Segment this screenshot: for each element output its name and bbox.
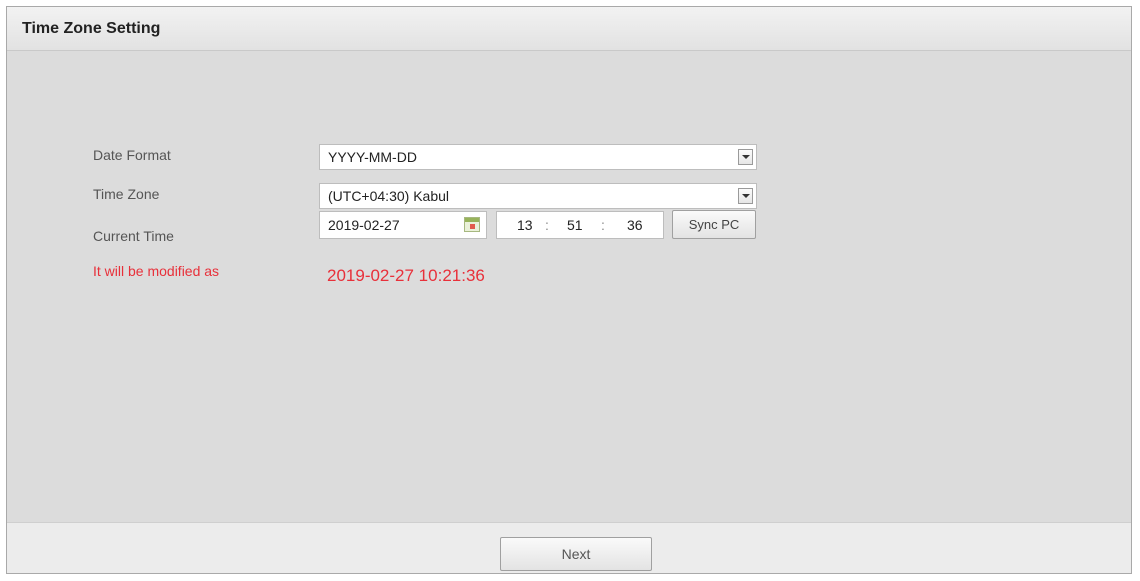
date-format-select[interactable]: YYYY-MM-DD	[319, 144, 757, 170]
second-field[interactable]: 36	[627, 217, 643, 233]
minute-field[interactable]: 51	[567, 217, 583, 233]
current-time-label: Current Time	[93, 228, 174, 244]
modified-time-value: 2019-02-27 10:21:36	[327, 266, 485, 285]
hour-field[interactable]: 13	[517, 217, 533, 233]
time-zone-value: (UTC+04:30) Kabul	[328, 188, 450, 204]
current-date-value: 2019-02-27	[328, 217, 400, 233]
next-button[interactable]: Next	[500, 537, 652, 571]
date-format-value: YYYY-MM-DD	[328, 149, 417, 165]
time-zone-label: Time Zone	[93, 186, 160, 202]
chevron-down-icon[interactable]	[738, 149, 753, 165]
dialog-footer: Next	[7, 522, 1131, 573]
time-separator: :	[601, 217, 605, 233]
chevron-down-icon[interactable]	[738, 188, 753, 204]
time-separator: :	[545, 217, 549, 233]
modified-as-label: It will be modified as	[93, 263, 220, 279]
calendar-icon[interactable]	[464, 217, 480, 232]
dialog-titlebar: Time Zone Setting	[7, 7, 1131, 51]
dialog-content: Date Format YYYY-MM-DD Time Zone (UTC+04…	[7, 51, 1131, 522]
dialog-title: Time Zone Setting	[22, 20, 161, 37]
sync-pc-button[interactable]: Sync PC	[672, 210, 756, 239]
current-time-input[interactable]: 13 : 51 : 36	[496, 211, 664, 239]
current-date-input[interactable]: 2019-02-27	[319, 211, 487, 239]
time-zone-select[interactable]: (UTC+04:30) Kabul	[319, 183, 757, 209]
time-zone-setting-dialog: Time Zone Setting Date Format YYYY-MM-DD…	[6, 6, 1132, 574]
date-format-label: Date Format	[93, 147, 171, 163]
